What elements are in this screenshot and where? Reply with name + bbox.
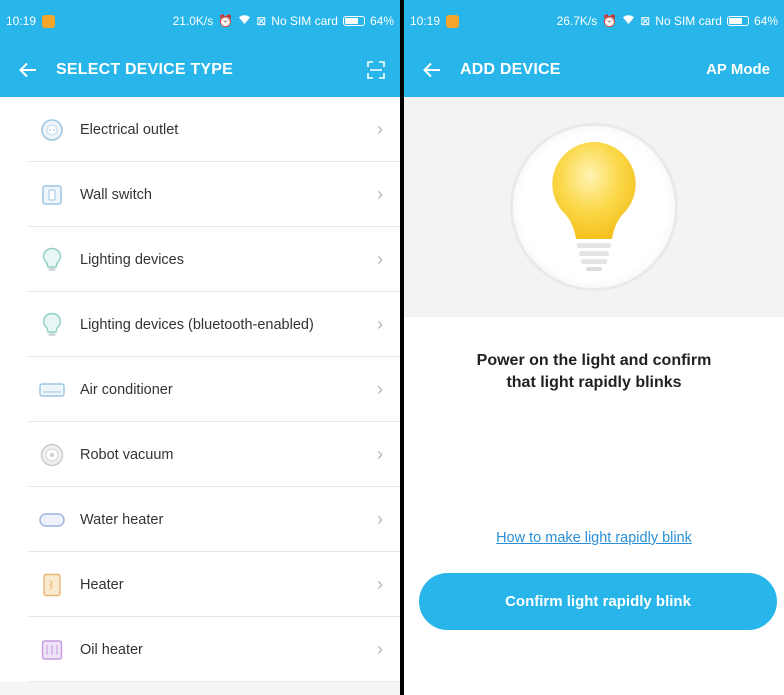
device-label: Lighting devices (bluetooth-enabled) bbox=[80, 316, 314, 333]
device-row-lighting-devices[interactable]: Lighting devices › bbox=[0, 227, 400, 292]
device-label: Heater bbox=[80, 576, 124, 593]
chevron-right-icon: › bbox=[377, 184, 383, 204]
no-sim-icon: ⊠ bbox=[640, 14, 651, 28]
add-device-screen: 10:19 26.7K/s ⏰ ⊠ No SIM card 64% ADD DE… bbox=[404, 0, 784, 695]
device-row-electrical-outlet[interactable]: Electrical outlet › bbox=[0, 97, 400, 162]
page-title: SELECT DEVICE TYPE bbox=[56, 60, 233, 78]
heater-icon bbox=[38, 571, 66, 599]
status-indicators: 21.0K/s ⏰ ⊠ No SIM card 64% bbox=[173, 14, 394, 28]
device-row-air-conditioner[interactable]: Air conditioner › bbox=[0, 357, 400, 422]
bulb-icon bbox=[38, 246, 66, 274]
outlet-icon bbox=[38, 116, 66, 144]
how-to-blink-link[interactable]: How to make light rapidly blink bbox=[404, 530, 784, 546]
chevron-right-icon: › bbox=[377, 314, 383, 334]
wifi-icon bbox=[622, 14, 635, 28]
page-title: ADD DEVICE bbox=[460, 60, 561, 78]
chevron-right-icon: › bbox=[377, 379, 383, 399]
screenshot-stage: 10:19 21.0K/s ⏰ ⊠ No SIM card 64% SELECT… bbox=[0, 0, 784, 695]
select-device-type-screen: 10:19 21.0K/s ⏰ ⊠ No SIM card 64% SELECT… bbox=[0, 0, 400, 695]
network-speed: 21.0K/s bbox=[172, 14, 214, 28]
instruction-text: Power on the light and confirm that ligh… bbox=[404, 350, 784, 394]
alarm-icon: ⏰ bbox=[218, 14, 234, 28]
device-type-list: Electrical outlet › Wall switch › Lighti… bbox=[0, 97, 400, 682]
device-row-oil-heater[interactable]: Oil heater › bbox=[0, 617, 400, 682]
water-heater-icon bbox=[38, 506, 66, 534]
device-row-wall-switch[interactable]: Wall switch › bbox=[0, 162, 400, 227]
ap-mode-button[interactable]: AP Mode bbox=[706, 42, 770, 97]
device-label: Oil heater bbox=[80, 641, 143, 658]
status-time: 10:19 bbox=[6, 14, 37, 28]
arrow-left-icon[interactable] bbox=[404, 62, 460, 78]
chevron-right-icon: › bbox=[377, 574, 383, 594]
device-label: Water heater bbox=[80, 511, 164, 528]
battery-level: 64% bbox=[753, 14, 778, 28]
chevron-right-icon: › bbox=[377, 444, 383, 464]
device-row-water-heater[interactable]: Water heater › bbox=[0, 487, 400, 552]
status-bar: 10:19 26.7K/s ⏰ ⊠ No SIM card 64% bbox=[404, 0, 784, 42]
notification-icon bbox=[446, 14, 460, 28]
notification-icon bbox=[42, 14, 56, 28]
sim-status: No SIM card bbox=[655, 14, 722, 28]
wifi-icon bbox=[238, 14, 251, 28]
network-speed: 26.7K/s bbox=[556, 14, 598, 28]
bulb-illustration-area bbox=[404, 97, 784, 317]
chevron-right-icon: › bbox=[377, 509, 383, 529]
instruction-line: Power on the light and confirm bbox=[476, 352, 712, 369]
scan-icon[interactable] bbox=[366, 42, 386, 97]
bulb-circle bbox=[510, 123, 678, 291]
wall-switch-icon bbox=[38, 181, 66, 209]
robot-vacuum-icon bbox=[38, 441, 66, 469]
battery-icon bbox=[342, 16, 365, 26]
device-label: Robot vacuum bbox=[80, 446, 174, 463]
oil-heater-icon bbox=[38, 636, 66, 664]
bulb-icon bbox=[38, 311, 66, 339]
sim-status: No SIM card bbox=[271, 14, 338, 28]
device-row-lighting-bluetooth[interactable]: Lighting devices (bluetooth-enabled) › bbox=[0, 292, 400, 357]
large-bulb-icon bbox=[552, 142, 636, 271]
battery-level: 64% bbox=[369, 14, 394, 28]
device-row-heater[interactable]: Heater › bbox=[0, 552, 400, 617]
app-bar: ADD DEVICE AP Mode bbox=[404, 42, 784, 97]
device-label: Electrical outlet bbox=[80, 121, 179, 138]
app-bar: SELECT DEVICE TYPE bbox=[0, 42, 400, 97]
chevron-right-icon: › bbox=[377, 249, 383, 269]
instruction-line: that light rapidly blinks bbox=[506, 374, 682, 391]
device-label: Air conditioner bbox=[80, 381, 173, 398]
device-label: Lighting devices bbox=[80, 251, 184, 268]
alarm-icon: ⏰ bbox=[602, 14, 618, 28]
device-label: Wall switch bbox=[80, 186, 152, 203]
no-sim-icon: ⊠ bbox=[256, 14, 267, 28]
confirm-blink-button[interactable]: Confirm light rapidly blink bbox=[419, 573, 777, 630]
device-row-robot-vacuum[interactable]: Robot vacuum › bbox=[0, 422, 400, 487]
battery-icon bbox=[726, 16, 749, 26]
status-bar: 10:19 21.0K/s ⏰ ⊠ No SIM card 64% bbox=[0, 0, 400, 42]
chevron-right-icon: › bbox=[377, 119, 383, 139]
air-conditioner-icon bbox=[38, 376, 66, 404]
chevron-right-icon: › bbox=[377, 639, 383, 659]
status-indicators: 26.7K/s ⏰ ⊠ No SIM card 64% bbox=[557, 14, 778, 28]
status-time: 10:19 bbox=[410, 14, 441, 28]
arrow-left-icon[interactable] bbox=[0, 62, 56, 78]
